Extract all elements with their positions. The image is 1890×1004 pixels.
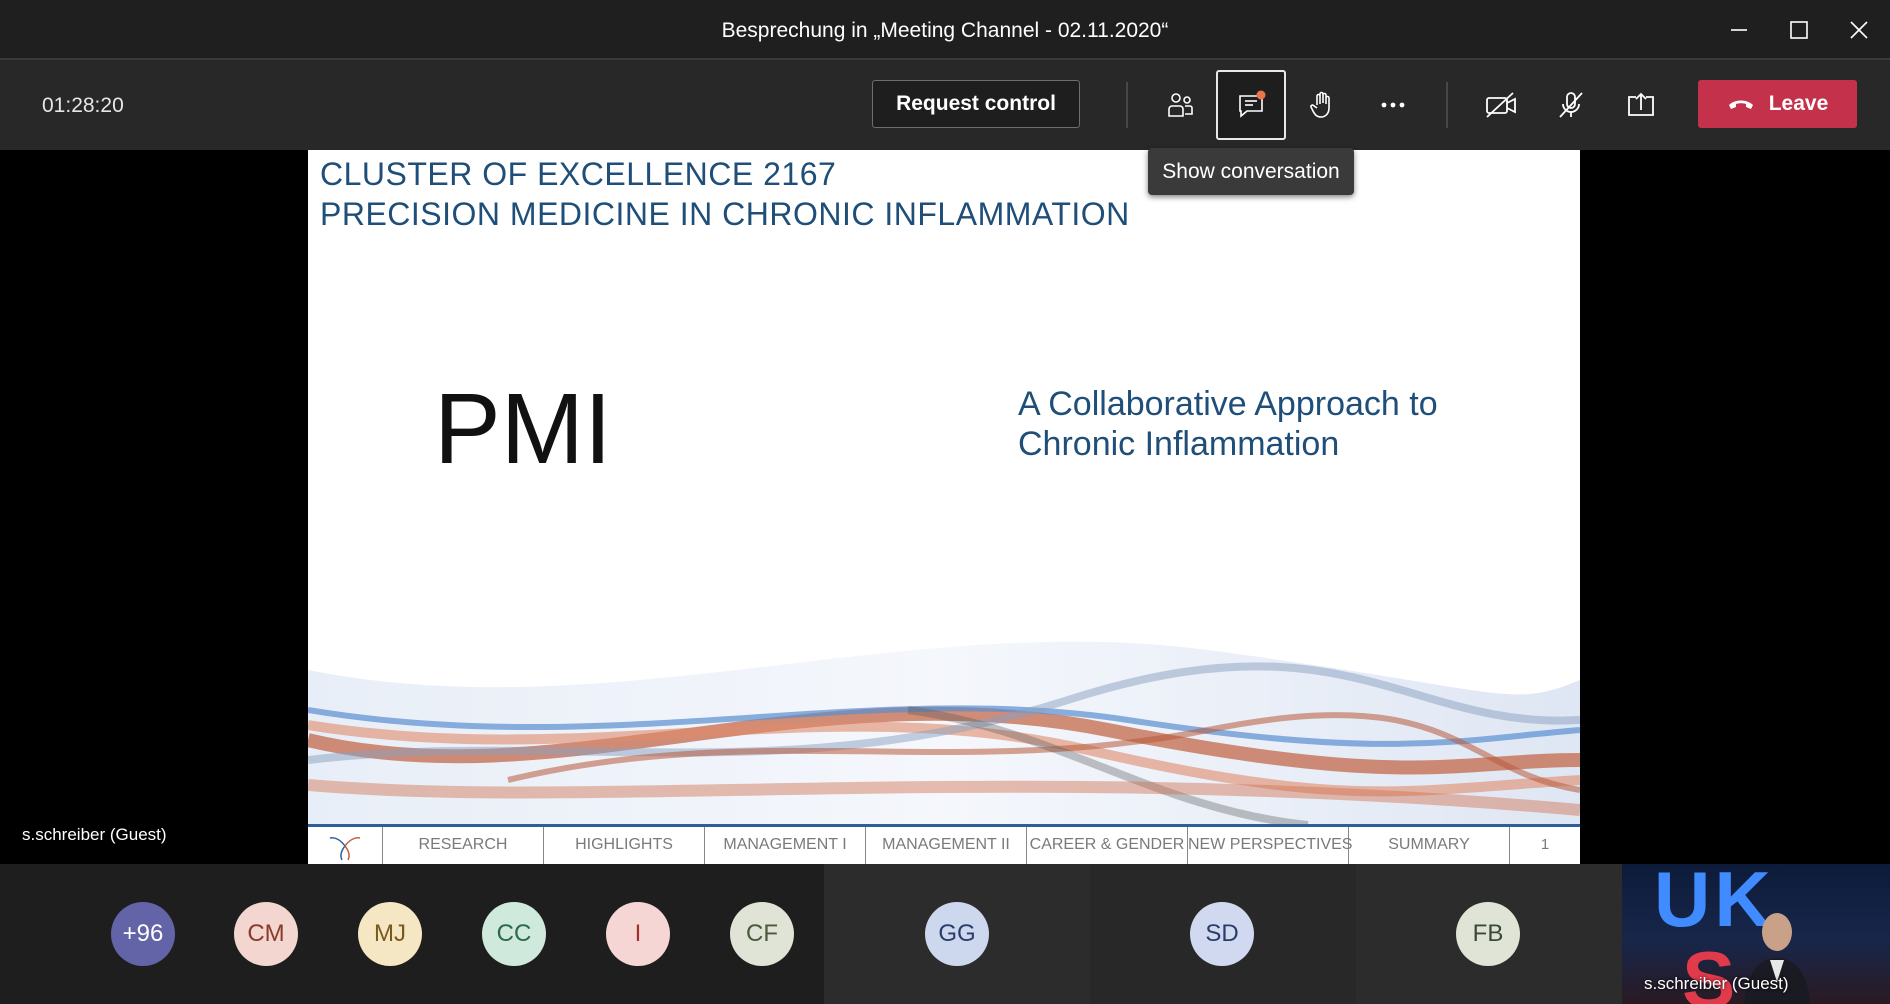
avatar-initials: FB xyxy=(1472,920,1504,947)
avatar-initials: CM xyxy=(247,920,285,947)
maximize-icon xyxy=(1790,21,1808,39)
avatar-initials: MJ xyxy=(374,920,406,947)
slide-logo xyxy=(308,827,383,864)
avatar[interactable]: CM xyxy=(234,902,298,966)
avatar-initials: GG xyxy=(938,920,976,947)
slide-nav-new-perspectives: NEW PERSPECTIVES xyxy=(1188,827,1352,864)
participant-tile[interactable]: FB xyxy=(1356,864,1622,1004)
slide-navigation-bar: RESEARCH HIGHLIGHTS MANAGEMENT I MANAGEM… xyxy=(308,824,1580,864)
participants-button[interactable] xyxy=(1145,70,1215,140)
close-icon xyxy=(1850,21,1868,39)
mic-off-icon xyxy=(1559,92,1583,118)
avatar[interactable]: MJ xyxy=(358,902,422,966)
toolbar-divider xyxy=(1126,82,1128,128)
share-screen-button[interactable] xyxy=(1606,70,1676,140)
slide-nav-management-1: MANAGEMENT I xyxy=(705,827,866,864)
avatar-initials: CC xyxy=(496,920,532,947)
more-actions-button[interactable] xyxy=(1358,70,1428,140)
more-icon xyxy=(1381,102,1405,108)
camera-toggle-button[interactable] xyxy=(1466,70,1536,140)
slide-nav-career-gender: CAREER & GENDER xyxy=(1027,827,1188,864)
meeting-toolbar: 01:28:20 Request control Leave xyxy=(0,60,1890,150)
cluster-logo-icon xyxy=(329,836,361,860)
slide-wave-decoration xyxy=(308,641,1580,830)
window-title: Besprechung in „Meeting Channel - 02.11.… xyxy=(721,19,1169,42)
slide-nav-research: RESEARCH xyxy=(383,827,544,864)
overflow-participants-button[interactable]: +96 xyxy=(111,902,175,966)
avatar-initials: SD xyxy=(1205,920,1239,947)
avatar: SD xyxy=(1190,902,1254,966)
participant-video-tile[interactable]: UK S s.schreiber (Guest) xyxy=(1622,864,1890,1004)
request-control-button[interactable]: Request control xyxy=(872,80,1080,128)
presenter-label: s.schreiber (Guest) xyxy=(22,825,167,844)
slide-nav-management-2: MANAGEMENT II xyxy=(866,827,1027,864)
raise-hand-icon xyxy=(1310,91,1330,118)
avatar-initials: CF xyxy=(746,920,778,947)
slide-big-text: PMI xyxy=(434,373,612,485)
close-button[interactable] xyxy=(1830,0,1888,60)
participant-tile[interactable]: SD xyxy=(1090,864,1356,1004)
participants-strip: +96 CM MJ CC I CF GG SD FB UK S s.schrei… xyxy=(0,864,1890,1004)
show-conversation-tooltip: Show conversation xyxy=(1148,148,1354,195)
slide-title-line-2: PRECISION MEDICINE IN CHRONIC INFLAMMATI… xyxy=(320,196,1130,232)
leave-label: Leave xyxy=(1768,92,1829,115)
avatar: FB xyxy=(1456,902,1520,966)
slide-nav-summary: SUMMARY xyxy=(1349,827,1510,864)
slide-nav-highlights: HIGHLIGHTS xyxy=(544,827,705,864)
minimize-icon xyxy=(1731,29,1747,31)
title-bar: Besprechung in „Meeting Channel - 02.11.… xyxy=(0,0,1890,60)
shared-slide: CLUSTER OF EXCELLENCE 2167 PRECISION MED… xyxy=(308,150,1580,864)
avatar-initials: I xyxy=(634,920,642,947)
leave-button[interactable]: Leave xyxy=(1698,80,1857,128)
camera-off-icon xyxy=(1486,92,1516,118)
raise-hand-button[interactable] xyxy=(1287,70,1357,140)
slide-title-line-1: CLUSTER OF EXCELLENCE 2167 xyxy=(320,156,837,192)
avatar[interactable]: I xyxy=(606,902,670,966)
chat-icon xyxy=(1239,90,1266,118)
slide-page-number: 1 xyxy=(1540,836,1550,853)
minimize-button[interactable] xyxy=(1710,0,1768,60)
meeting-timer: 01:28:20 xyxy=(42,94,124,117)
video-participant-name: s.schreiber (Guest) xyxy=(1644,974,1789,993)
avatar-initials: +96 xyxy=(122,920,164,947)
avatar[interactable]: CC xyxy=(482,902,546,966)
slide-subtitle: A Collaborative Approach to Chronic Infl… xyxy=(1018,385,1438,463)
avatar[interactable]: CF xyxy=(730,902,794,966)
toolbar-divider xyxy=(1446,82,1448,128)
phone-hangup-icon xyxy=(1728,100,1753,109)
share-icon xyxy=(1628,92,1654,116)
avatar: GG xyxy=(925,902,989,966)
maximize-button[interactable] xyxy=(1770,0,1828,60)
mute-toggle-button[interactable] xyxy=(1536,70,1606,140)
participants-icon xyxy=(1168,93,1193,117)
show-conversation-button[interactable] xyxy=(1216,70,1286,140)
participant-tile[interactable]: GG xyxy=(824,864,1090,1004)
